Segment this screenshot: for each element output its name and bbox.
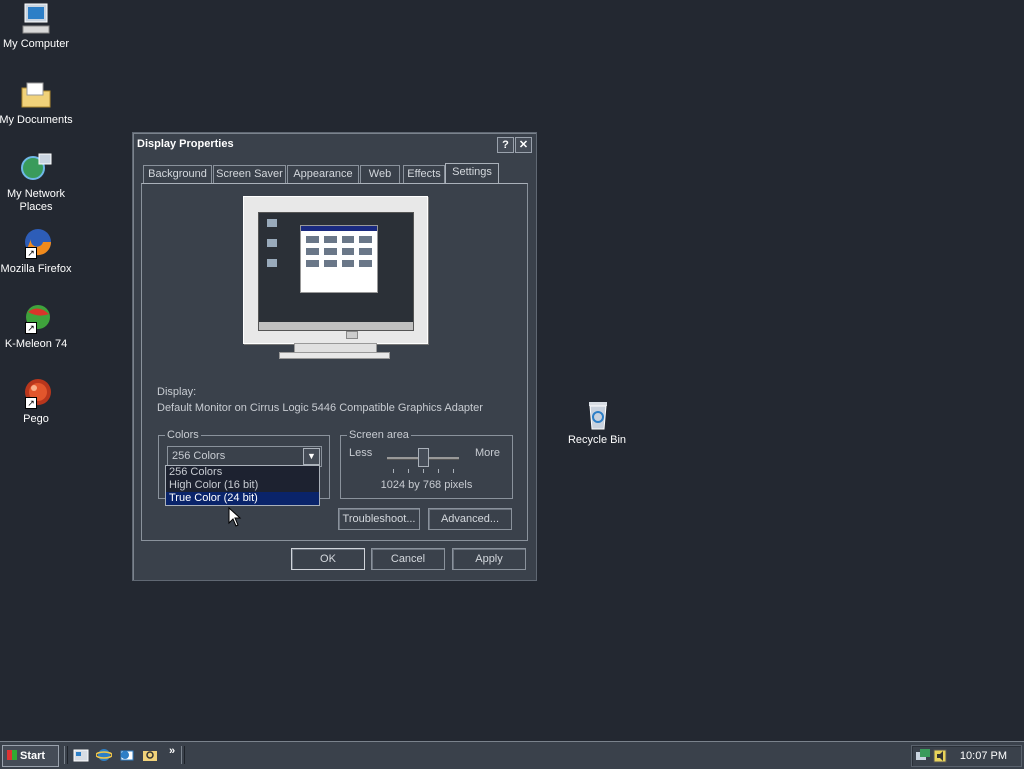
desktop-icon-label: K-Meleon 74 xyxy=(4,338,68,350)
colors-dropdown-list: 256 Colors High Color (16 bit) True Colo… xyxy=(165,465,320,506)
mouse-cursor-icon xyxy=(228,506,242,530)
apply-button[interactable]: Apply xyxy=(452,548,526,570)
slider-less-label: Less xyxy=(349,447,373,459)
tab-background[interactable]: Background xyxy=(143,165,212,183)
desktop-icon-network[interactable]: My Network Places xyxy=(0,152,74,214)
desktop-icon-label: My Network Places xyxy=(6,188,66,213)
desktop-icon-my-documents[interactable]: My Documents xyxy=(0,78,74,127)
close-button[interactable]: ✕ xyxy=(515,137,532,153)
desktop-icon-my-computer[interactable]: My Computer xyxy=(0,2,74,51)
outlook-express-icon[interactable] xyxy=(119,747,135,763)
dialog-title: Display Properties xyxy=(137,138,234,150)
chevron-down-icon[interactable]: ▼ xyxy=(303,448,320,465)
display-adapter-text: Default Monitor on Cirrus Logic 5446 Com… xyxy=(157,402,483,414)
recycle-bin-icon xyxy=(580,398,614,432)
start-label: Start xyxy=(20,750,46,762)
computer-icon xyxy=(19,2,53,36)
monitor-base xyxy=(279,352,390,359)
colors-option-24bit[interactable]: True Color (24 bit) xyxy=(166,492,319,505)
desktop-icon-kmeleon[interactable]: ↗ K-Meleon 74 xyxy=(0,302,74,351)
desktop-icon-label: Mozilla Firefox xyxy=(0,263,72,275)
cancel-button[interactable]: Cancel xyxy=(371,548,445,570)
screen-area-group: Screen area Less More 1024 by 768 pixels xyxy=(340,429,513,499)
slider-thumb[interactable] xyxy=(418,448,429,467)
quicklaunch-chevron[interactable]: » xyxy=(169,745,175,757)
resolution-text: 1024 by 768 pixels xyxy=(380,479,473,491)
tab-appearance[interactable]: Appearance xyxy=(287,165,359,183)
desktop-icon-firefox[interactable]: ↗ Mozilla Firefox xyxy=(0,227,74,276)
start-button[interactable]: Start xyxy=(2,745,59,767)
ok-button[interactable]: OK xyxy=(291,548,365,570)
display-properties-dialog: Display Properties ? ✕ Background Screen… xyxy=(132,132,537,581)
folder-documents-icon xyxy=(19,78,53,112)
monitor-screen xyxy=(258,212,414,331)
tab-web[interactable]: Web xyxy=(360,165,400,183)
colors-group-title: Colors xyxy=(165,429,201,441)
search-folder-icon[interactable] xyxy=(142,747,158,763)
display-label: Display: xyxy=(157,386,197,398)
advanced-button[interactable]: Advanced... xyxy=(428,508,512,530)
desktop-icon-label: Recycle Bin xyxy=(567,434,627,446)
colors-select-value: 256 Colors xyxy=(172,450,226,462)
desktop-icon-label: My Documents xyxy=(0,114,73,126)
tab-effects[interactable]: Effects xyxy=(403,165,445,183)
network-icon xyxy=(19,152,53,186)
windows-flag-icon xyxy=(7,750,17,760)
system-tray: 10:07 PM xyxy=(911,745,1022,767)
colors-option-256[interactable]: 256 Colors xyxy=(166,466,319,479)
taskbar: Start » 10:07 PM xyxy=(0,741,1024,769)
kmeleon-icon: ↗ xyxy=(19,302,53,336)
colors-option-16bit[interactable]: High Color (16 bit) xyxy=(166,479,319,492)
firefox-icon: ↗ xyxy=(19,227,53,261)
tab-settings[interactable]: Settings xyxy=(445,163,499,184)
slider-more-label: More xyxy=(474,447,500,459)
volume-tray-icon[interactable] xyxy=(932,748,948,767)
troubleshoot-button[interactable]: Troubleshoot... xyxy=(338,508,420,530)
show-desktop-icon[interactable] xyxy=(73,747,89,763)
desktop-icon-label: Pego xyxy=(23,413,49,425)
desktop-icon-recycle-bin[interactable]: Recycle Bin xyxy=(559,398,635,447)
monitor-preview xyxy=(243,196,428,344)
preview-window xyxy=(300,225,378,293)
screen-area-group-title: Screen area xyxy=(347,429,411,441)
desktop-icon-label: My Computer xyxy=(2,38,70,50)
pego-icon: ↗ xyxy=(19,377,53,411)
tab-screen-saver[interactable]: Screen Saver xyxy=(213,165,286,183)
help-button[interactable]: ? xyxy=(497,137,514,153)
title-bar[interactable]: Display Properties ? ✕ xyxy=(135,135,534,155)
internet-explorer-icon[interactable] xyxy=(95,747,113,763)
network-tray-icon[interactable] xyxy=(915,748,931,767)
taskbar-clock: 10:07 PM xyxy=(959,750,1007,762)
colors-select[interactable]: 256 Colors ▼ xyxy=(167,446,322,467)
desktop-icon-pego[interactable]: ↗ Pego xyxy=(0,377,74,426)
